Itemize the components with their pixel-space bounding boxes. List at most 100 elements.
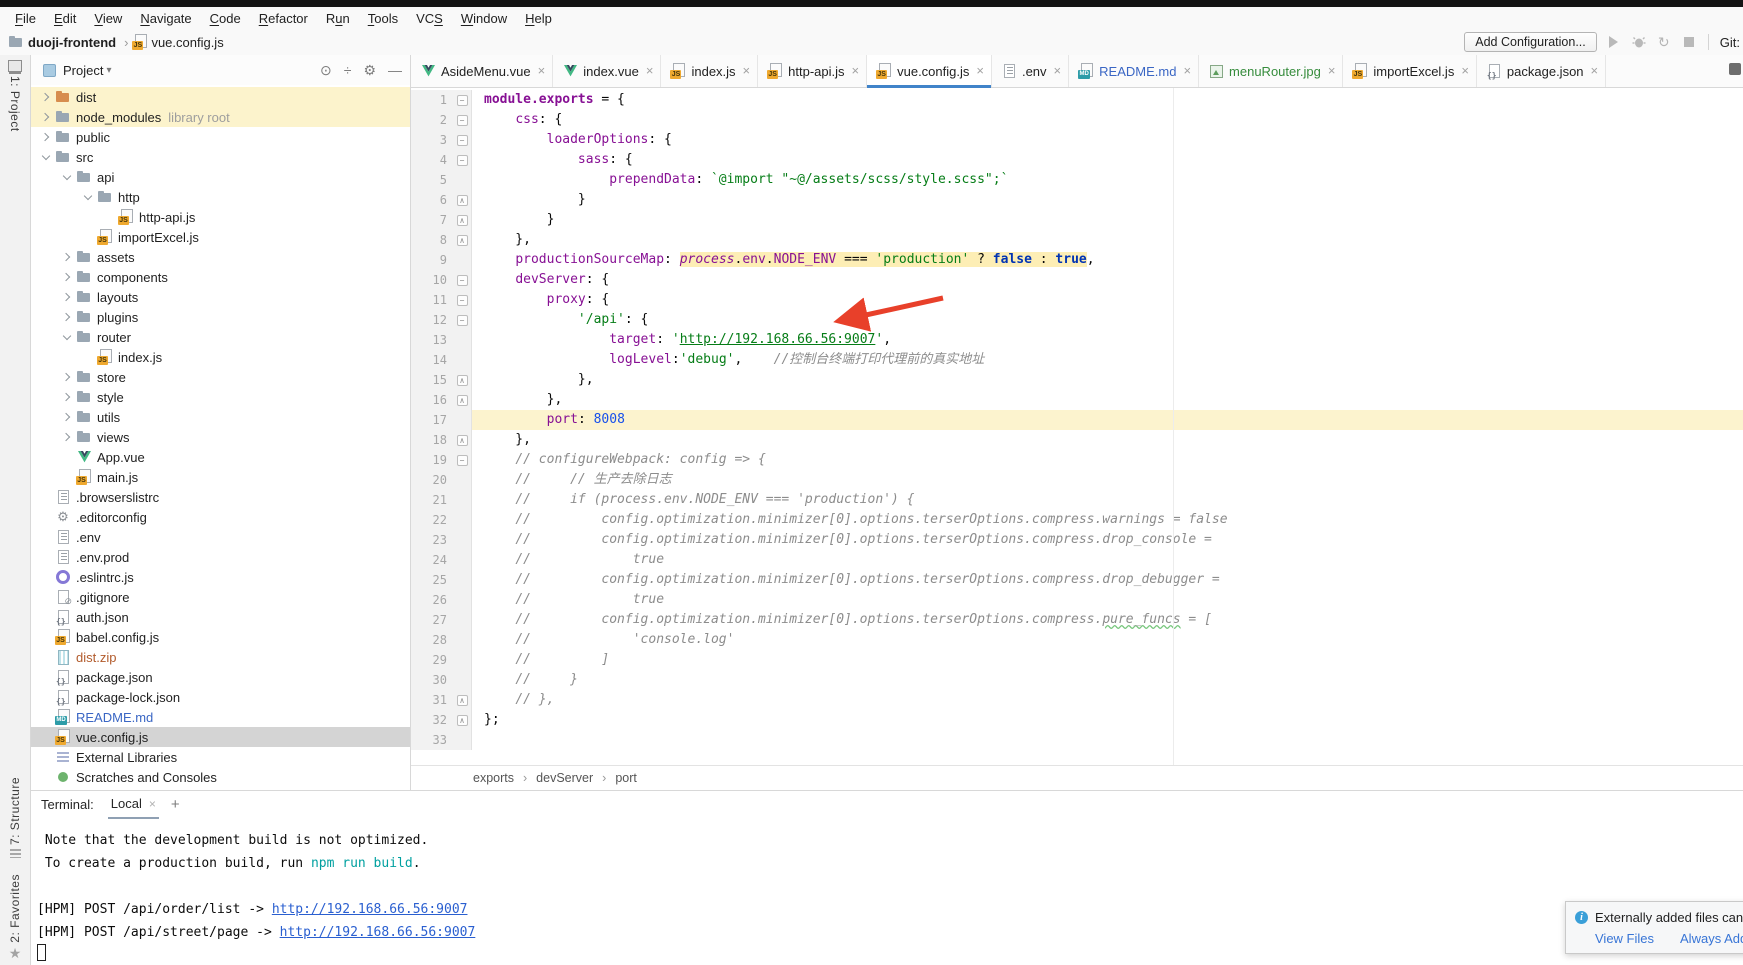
tree-item-node-modules[interactable]: node_moduleslibrary root xyxy=(31,107,410,127)
code-line-5[interactable]: 5 prependData: `@import "~@/assets/scss/… xyxy=(411,170,1743,190)
menu-refactor[interactable]: Refactor xyxy=(250,11,317,26)
editor-tab-menurouter.jpg[interactable]: menuRouter.jpg× xyxy=(1199,55,1343,87)
code-line-7[interactable]: 7∧ } xyxy=(411,210,1743,230)
tree-item-http[interactable]: http xyxy=(31,187,410,207)
editor-tab-importexcel.js[interactable]: importExcel.js× xyxy=(1343,55,1477,87)
tree-item-app.vue[interactable]: App.vue xyxy=(31,447,410,467)
fold-end-icon[interactable]: ∧ xyxy=(457,435,468,446)
menu-tools[interactable]: Tools xyxy=(359,11,407,26)
code-editor[interactable]: 1−module.exports = {2− css: {3− loaderOp… xyxy=(411,88,1743,765)
tree-item-.eslintrc.js[interactable]: .eslintrc.js xyxy=(31,567,410,587)
code-line-10[interactable]: 10− devServer: { xyxy=(411,270,1743,290)
fold-collapse-icon[interactable]: − xyxy=(457,295,468,306)
close-icon[interactable]: × xyxy=(852,66,860,76)
hide-icon[interactable]: — xyxy=(388,62,402,78)
code-line-30[interactable]: 30 // } xyxy=(411,670,1743,690)
tree-item-layouts[interactable]: layouts xyxy=(31,287,410,307)
chevron-right-icon[interactable] xyxy=(37,108,55,126)
tree-item-vue.config.js[interactable]: vue.config.js xyxy=(31,727,410,747)
tree-item-.editorconfig[interactable]: ⚙.editorconfig xyxy=(31,507,410,527)
tree-item-dist[interactable]: dist xyxy=(31,87,410,107)
new-terminal-icon[interactable]: + xyxy=(171,796,180,813)
terminal-tab-local[interactable]: Local × xyxy=(108,790,159,819)
chevron-right-icon[interactable] xyxy=(58,288,76,306)
close-icon[interactable]: × xyxy=(646,66,654,76)
editor-tab-readme.md[interactable]: README.md× xyxy=(1069,55,1199,87)
tree-item-api[interactable]: api xyxy=(31,167,410,187)
code-line-26[interactable]: 26 // true xyxy=(411,590,1743,610)
code-line-14[interactable]: 14 logLevel:'debug', //控制台终端打印代理前的真实地址 xyxy=(411,350,1743,370)
code-line-18[interactable]: 18∧ }, xyxy=(411,430,1743,450)
chevron-right-icon[interactable] xyxy=(58,268,76,286)
fold-collapse-icon[interactable]: − xyxy=(457,135,468,146)
stripe-button-structure[interactable]: 7: Structure xyxy=(8,777,22,858)
code-line-8[interactable]: 8∧ }, xyxy=(411,230,1743,250)
tree-item-index.js[interactable]: index.js xyxy=(31,347,410,367)
gear-icon[interactable]: ⚙ xyxy=(363,62,376,79)
editor-tab-vue.config.js[interactable]: vue.config.js× xyxy=(867,55,992,87)
fold-collapse-icon[interactable]: − xyxy=(457,455,468,466)
tree-item-public[interactable]: public xyxy=(31,127,410,147)
chevron-right-icon[interactable] xyxy=(58,308,76,326)
tree-item-http-api.js[interactable]: http-api.js xyxy=(31,207,410,227)
tree-item-components[interactable]: components xyxy=(31,267,410,287)
fold-end-icon[interactable]: ∧ xyxy=(457,395,468,406)
code-line-11[interactable]: 11− proxy: { xyxy=(411,290,1743,310)
code-line-15[interactable]: 15∧ }, xyxy=(411,370,1743,390)
tree-item-importexcel.js[interactable]: importExcel.js xyxy=(31,227,410,247)
chevron-down-icon[interactable]: ▾ xyxy=(106,65,111,76)
tree-item-style[interactable]: style xyxy=(31,387,410,407)
chevron-right-icon[interactable] xyxy=(58,428,76,446)
close-icon[interactable]: × xyxy=(1054,66,1062,76)
code-line-29[interactable]: 29 // ] xyxy=(411,650,1743,670)
code-line-33[interactable]: 33 xyxy=(411,730,1743,750)
editor-tab-.env[interactable]: .env× xyxy=(992,55,1069,87)
chevron-right-icon[interactable] xyxy=(58,388,76,406)
close-icon[interactable]: × xyxy=(1591,66,1599,76)
editor-tab-index.vue[interactable]: index.vue× xyxy=(553,55,661,87)
code-line-31[interactable]: 31∧ // }, xyxy=(411,690,1743,710)
tree-item-package-lock.json[interactable]: package-lock.json xyxy=(31,687,410,707)
stripe-button-favorites[interactable]: 2: Favorites★ xyxy=(8,874,22,959)
stripe-button-project[interactable]: 1: Project xyxy=(8,60,22,132)
close-icon[interactable]: × xyxy=(149,797,156,811)
tree-item-external-libraries[interactable]: External Libraries xyxy=(31,747,410,767)
terminal-link[interactable]: http://192.168.66.56:9007 xyxy=(272,902,468,917)
code-line-32[interactable]: 32∧}; xyxy=(411,710,1743,730)
code-line-27[interactable]: 27 // config.optimization.minimizer[0].o… xyxy=(411,610,1743,630)
code-line-20[interactable]: 20 // // 生产去除日志 xyxy=(411,470,1743,490)
menu-edit[interactable]: Edit xyxy=(45,11,85,26)
tree-item-.env[interactable]: .env xyxy=(31,527,410,547)
tree-item-router[interactable]: router xyxy=(31,327,410,347)
fold-end-icon[interactable]: ∧ xyxy=(457,215,468,226)
menu-code[interactable]: Code xyxy=(201,11,250,26)
fold-end-icon[interactable]: ∧ xyxy=(457,715,468,726)
collapse-icon[interactable]: ÷ xyxy=(344,62,352,78)
notification-action-always-add[interactable]: Always Add xyxy=(1680,931,1743,946)
add-configuration-button[interactable]: Add Configuration... xyxy=(1464,32,1597,52)
chevron-right-icon[interactable] xyxy=(58,368,76,386)
editor-tab-package.json[interactable]: package.json× xyxy=(1477,55,1606,87)
fold-collapse-icon[interactable]: − xyxy=(457,275,468,286)
fold-end-icon[interactable]: ∧ xyxy=(457,195,468,206)
fold-end-icon[interactable]: ∧ xyxy=(457,235,468,246)
tree-item-store[interactable]: store xyxy=(31,367,410,387)
chevron-down-icon[interactable] xyxy=(79,188,97,206)
code-line-13[interactable]: 13 target: 'http://192.168.66.56:9007', xyxy=(411,330,1743,350)
chevron-right-icon[interactable] xyxy=(58,248,76,266)
code-line-16[interactable]: 16∧ }, xyxy=(411,390,1743,410)
tree-item-.env.prod[interactable]: .env.prod xyxy=(31,547,410,567)
menu-run[interactable]: Run xyxy=(317,11,359,26)
tree-item-main.js[interactable]: main.js xyxy=(31,467,410,487)
fold-end-icon[interactable]: ∧ xyxy=(457,375,468,386)
chevron-right-icon[interactable] xyxy=(58,408,76,426)
close-icon[interactable]: × xyxy=(538,66,546,76)
fold-end-icon[interactable]: ∧ xyxy=(457,695,468,706)
code-line-25[interactable]: 25 // config.optimization.minimizer[0].o… xyxy=(411,570,1743,590)
tree-item-.browserslistrc[interactable]: .browserslistrc xyxy=(31,487,410,507)
menu-window[interactable]: Window xyxy=(452,11,516,26)
project-panel-title[interactable]: Project xyxy=(63,63,103,78)
code-line-24[interactable]: 24 // true xyxy=(411,550,1743,570)
chevron-down-icon[interactable] xyxy=(37,148,55,166)
fold-collapse-icon[interactable]: − xyxy=(457,315,468,326)
